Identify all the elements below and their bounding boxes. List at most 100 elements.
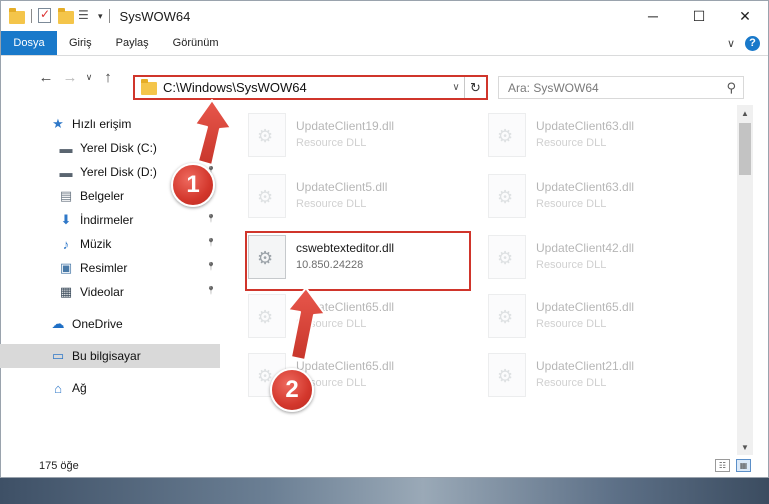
large-icons-view-icon[interactable]: ▦ bbox=[736, 459, 751, 472]
dll-file-icon bbox=[248, 174, 286, 218]
address-bar[interactable]: C:\Windows\SysWOW64 ∨ ↻ bbox=[133, 75, 488, 100]
view-switcher: ☷ ▦ bbox=[715, 459, 751, 472]
file-detail: Resource DLL bbox=[296, 198, 367, 210]
scroll-up-arrow[interactable]: ▲ bbox=[737, 105, 753, 121]
file-tile[interactable]: UpdateClient65.dll Resource DLL bbox=[488, 292, 718, 346]
network-icon: ⌂ bbox=[54, 380, 62, 396]
pin-icon[interactable]: 📍 bbox=[206, 286, 216, 295]
drive-icon: ▬ bbox=[59, 140, 73, 156]
file-tile[interactable]: UpdateClient65.dll Resource DLL bbox=[248, 292, 478, 346]
file-name: UpdateClient63.dll bbox=[536, 180, 635, 194]
window-title: SysWOW64 bbox=[119, 8, 191, 24]
refresh-button[interactable]: ↻ bbox=[464, 77, 486, 98]
file-name: UpdateClient5.dll bbox=[296, 180, 388, 194]
recent-locations-button[interactable]: ∨ bbox=[82, 65, 96, 89]
dll-file-icon bbox=[248, 235, 286, 279]
file-tile[interactable]: UpdateClient63.dll Resource DLL bbox=[488, 111, 718, 165]
dll-file-icon bbox=[488, 174, 526, 218]
pin-icon[interactable]: 📍 bbox=[206, 214, 216, 223]
sidebar-item-label: İndirmeler bbox=[80, 213, 134, 227]
sidebar-item[interactable]: ▣ Resimler 📍 bbox=[0, 256, 220, 280]
scroll-thumb[interactable] bbox=[739, 123, 751, 175]
back-button[interactable]: ← bbox=[34, 65, 58, 89]
sidebar-item[interactable]: ▦ Videolar 📍 bbox=[0, 280, 220, 304]
file-tile[interactable]: UpdateClient42.dll Resource DLL bbox=[488, 233, 718, 287]
folder-icon bbox=[141, 79, 157, 95]
tab-share[interactable]: Paylaş bbox=[104, 31, 161, 55]
file-tile[interactable]: UpdateClient63.dll Resource DLL bbox=[488, 172, 718, 226]
sidebar-item[interactable]: ⌂ Ağ bbox=[0, 376, 220, 400]
computer-icon: ▭ bbox=[51, 348, 65, 363]
drive-icon: ▬ bbox=[59, 164, 73, 180]
minimize-button[interactable]: ─ bbox=[630, 1, 676, 31]
dll-file-icon bbox=[488, 235, 526, 279]
vertical-scrollbar[interactable]: ▲ ▼ bbox=[737, 105, 753, 455]
dll-file-icon bbox=[488, 353, 526, 397]
file-name: cswebtexteditor.dll bbox=[296, 241, 395, 255]
sidebar-item-label: Yerel Disk (D:) bbox=[80, 165, 157, 179]
music-icon: ♪ bbox=[62, 236, 70, 252]
file-tile[interactable]: cswebtexteditor.dll 10.850.24228 bbox=[248, 233, 478, 287]
file-name: UpdateClient19.dll bbox=[296, 119, 395, 133]
sidebar-item-label: Yerel Disk (C:) bbox=[80, 141, 157, 155]
scroll-down-arrow[interactable]: ▼ bbox=[737, 439, 753, 455]
help-icon[interactable]: ? bbox=[745, 35, 760, 51]
address-path[interactable]: C:\Windows\SysWOW64 bbox=[163, 80, 307, 95]
file-detail: Resource DLL bbox=[536, 259, 607, 271]
forward-button[interactable]: → bbox=[58, 65, 82, 89]
search-input[interactable]: Ara: SysWOW64 ⚲ bbox=[498, 76, 744, 99]
sidebar-item-label: Resimler bbox=[80, 261, 128, 275]
file-detail: Resource DLL bbox=[536, 377, 607, 389]
divider bbox=[108, 9, 110, 23]
tab-home[interactable]: Giriş bbox=[57, 31, 104, 55]
close-button[interactable]: ✕ bbox=[722, 1, 768, 31]
chevron-down-icon[interactable]: ▾ bbox=[98, 11, 103, 22]
window-controls: ─ ☐ ✕ bbox=[630, 1, 768, 31]
ribbon-tabs: Dosya Giriş Paylaş Görünüm ∨ ? bbox=[1, 31, 768, 56]
pin-icon[interactable]: 📍 bbox=[206, 142, 216, 151]
dll-file-icon bbox=[488, 294, 526, 338]
sidebar-item-label: Belgeler bbox=[80, 189, 125, 203]
customize-icon[interactable]: ☰ bbox=[78, 8, 94, 24]
file-tile[interactable]: UpdateClient5.dll Resource DLL bbox=[248, 172, 478, 226]
documents-icon: ▤ bbox=[59, 188, 73, 203]
tab-file[interactable]: Dosya bbox=[1, 31, 57, 55]
file-detail: 10.850.24228 bbox=[296, 259, 364, 271]
onedrive-icon: ☁ bbox=[51, 316, 65, 331]
dll-file-icon bbox=[248, 113, 286, 157]
pin-icon[interactable]: 📍 bbox=[206, 262, 216, 271]
file-name: UpdateClient21.dll bbox=[536, 359, 635, 373]
file-detail: Resource DLL bbox=[296, 137, 367, 149]
file-tile[interactable]: UpdateClient19.dll Resource DLL bbox=[248, 111, 478, 165]
details-view-icon[interactable]: ☷ bbox=[715, 459, 730, 472]
sidebar-item[interactable]: ♪ Müzik 📍 bbox=[0, 232, 220, 256]
folder-icon bbox=[9, 8, 25, 24]
expand-ribbon-icon[interactable]: ∨ bbox=[727, 37, 735, 50]
new-folder-icon[interactable] bbox=[58, 8, 74, 24]
pin-icon[interactable]: 📍 bbox=[206, 238, 216, 247]
sidebar-item-label: Müzik bbox=[80, 237, 112, 251]
search-icon[interactable]: ⚲ bbox=[726, 80, 736, 96]
up-button[interactable]: ↑ bbox=[96, 65, 120, 89]
properties-icon[interactable] bbox=[38, 7, 54, 24]
chevron-down-icon[interactable]: ∨ bbox=[448, 82, 464, 93]
desktop-background bbox=[0, 478, 769, 504]
sidebar-item[interactable]: ▬ Yerel Disk (C:) 📍 bbox=[0, 136, 220, 160]
sidebar-item[interactable]: ▭ Bu bilgisayar bbox=[0, 344, 220, 368]
file-name: UpdateClient65.dll bbox=[296, 300, 395, 314]
sidebar-item[interactable]: ★ Hızlı erişim bbox=[0, 112, 220, 136]
sidebar-item[interactable]: ⬇ İndirmeler 📍 bbox=[0, 208, 220, 232]
maximize-button[interactable]: ☐ bbox=[676, 1, 722, 31]
sidebar-item-label: Videolar bbox=[80, 285, 124, 299]
sidebar-item[interactable]: ☁ OneDrive bbox=[0, 312, 220, 336]
downloads-icon: ⬇ bbox=[60, 212, 72, 227]
file-tile[interactable]: UpdateClient21.dll Resource DLL bbox=[488, 351, 718, 405]
divider bbox=[31, 9, 32, 23]
dll-file-icon bbox=[248, 294, 286, 338]
videos-icon: ▦ bbox=[59, 284, 73, 299]
title-bar: ☰ ▾ SysWOW64 ─ ☐ ✕ bbox=[1, 1, 768, 31]
sidebar-item-label: Ağ bbox=[72, 381, 87, 395]
tab-view[interactable]: Görünüm bbox=[161, 31, 231, 55]
file-name: UpdateClient42.dll bbox=[536, 241, 635, 255]
sidebar-item-label: Hızlı erişim bbox=[72, 117, 132, 131]
